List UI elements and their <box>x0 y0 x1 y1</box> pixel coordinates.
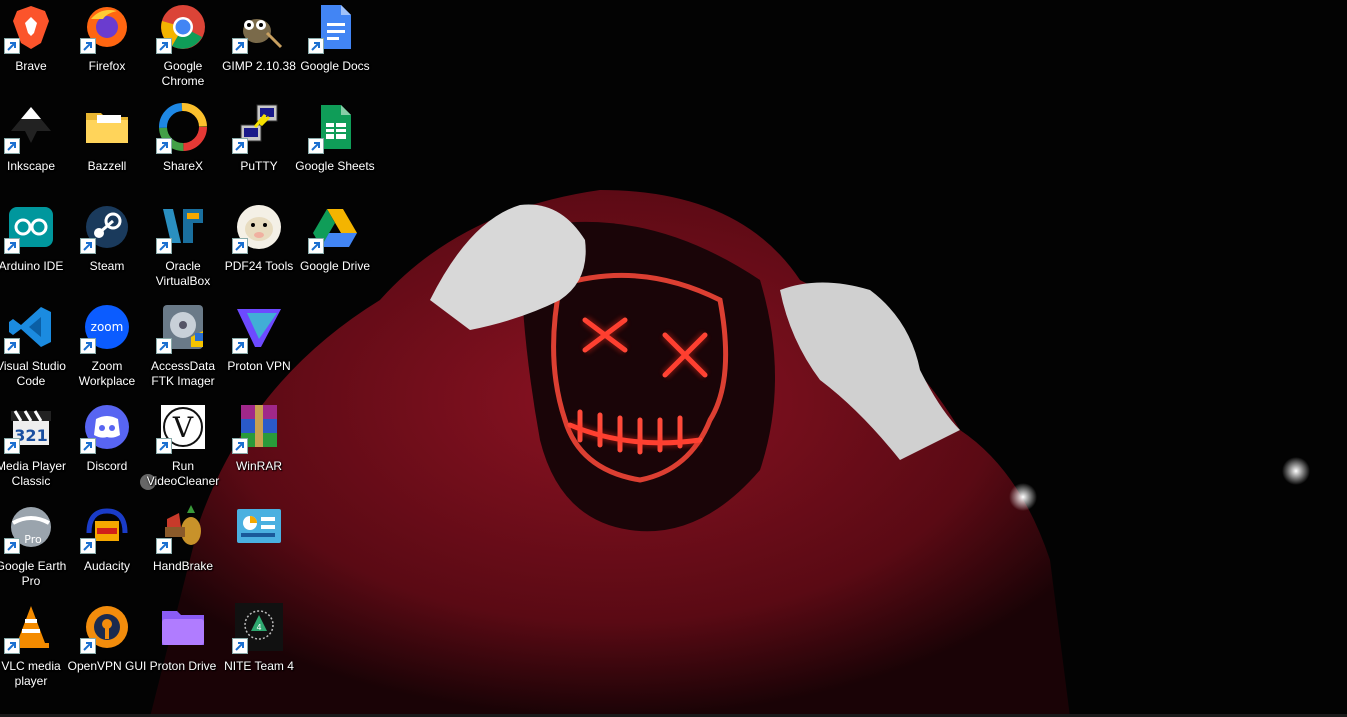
icon-label: Audacity <box>83 559 131 573</box>
icon-label: Brave <box>15 59 47 73</box>
desktop-icon-proton-vpn[interactable]: Proton VPN <box>221 300 297 396</box>
shortcut-arrow-icon <box>80 338 96 354</box>
icon-label: Google Chrome <box>161 59 205 88</box>
icon-label: PDF24 Tools <box>224 259 294 273</box>
icon-label: HandBrake <box>152 559 214 573</box>
icon-label: Proton VPN <box>227 359 291 373</box>
icon-label: Google Drive <box>299 259 371 273</box>
desktop-icon-brave[interactable]: Brave <box>0 0 69 96</box>
icon-label: Steam <box>89 259 125 273</box>
shortcut-arrow-icon <box>156 338 172 354</box>
icon-label: Google Sheets <box>295 159 375 173</box>
desktop-icon-inkscape[interactable]: Inkscape <box>0 100 69 196</box>
proton-drive-folder-icon <box>162 611 204 645</box>
desktop-icon-winrar[interactable]: WinRAR <box>221 400 297 496</box>
desktop-icon-arduino-ide[interactable]: Arduino IDE <box>0 200 69 296</box>
icon-label: Firefox <box>88 59 126 73</box>
desktop-icon-sharex[interactable]: ShareX <box>145 100 221 196</box>
desktop-icon-putty[interactable]: PuTTY <box>221 100 297 196</box>
shortcut-arrow-icon <box>4 138 20 154</box>
svg-text:Pro: Pro <box>24 533 42 546</box>
desktop-icon-media-player-classic[interactable]: 321 Media Player Classic <box>0 400 69 496</box>
desktop-icon-steam[interactable]: Steam <box>69 200 145 296</box>
shortcut-arrow-icon <box>232 138 248 154</box>
desktop-icon-vlc-media-player[interactable]: VLC media player <box>0 600 69 696</box>
shortcut-arrow-icon <box>4 438 20 454</box>
control-panel-icon <box>237 509 281 543</box>
shortcut-arrow-icon <box>232 638 248 654</box>
shortcut-arrow-icon <box>232 238 248 254</box>
svg-text:4: 4 <box>256 623 261 632</box>
shortcut-arrow-icon <box>4 638 20 654</box>
shortcut-arrow-icon <box>4 338 20 354</box>
shortcut-arrow-icon <box>80 538 96 554</box>
icon-label: Run VideoCleaner <box>146 459 220 488</box>
desktop-icon-google-earth-pro[interactable]: Pro Google Earth Pro <box>0 500 69 596</box>
desktop-icon-discord[interactable]: Discord <box>69 400 145 496</box>
shortcut-arrow-icon <box>4 238 20 254</box>
shortcut-arrow-icon <box>308 138 324 154</box>
icon-label: WinRAR <box>235 459 282 473</box>
icon-label: OpenVPN GUI <box>67 659 147 673</box>
desktop-icon-bazzell[interactable]: Bazzell <box>69 100 145 196</box>
desktop-icon-visual-studio-code[interactable]: Visual Studio Code <box>0 300 69 396</box>
shortcut-arrow-icon <box>156 138 172 154</box>
desktop-icon-gimp[interactable]: GIMP 2.10.38 <box>221 0 297 96</box>
shortcut-arrow-icon <box>156 238 172 254</box>
icon-label: ShareX <box>162 159 204 173</box>
svg-text:V: V <box>172 411 194 444</box>
icon-label: AccessData FTK Imager <box>150 359 216 388</box>
desktop-icon-zoom-workplace[interactable]: zoom Zoom Workplace <box>69 300 145 396</box>
icon-label: GIMP 2.10.38 <box>222 59 296 73</box>
desktop-icon-audacity[interactable]: Audacity <box>69 500 145 596</box>
shortcut-arrow-icon <box>156 38 172 54</box>
desktop-icon-oracle-virtualbox[interactable]: Oracle VirtualBox <box>145 200 221 296</box>
icon-label: PuTTY <box>240 159 278 173</box>
shortcut-arrow-icon <box>156 538 172 554</box>
icon-label: Oracle VirtualBox <box>155 259 211 288</box>
icon-label: VLC media player <box>1 659 61 688</box>
shortcut-arrow-icon <box>4 38 20 54</box>
desktop-icon-google-docs[interactable]: Google Docs <box>297 0 373 96</box>
icon-label: Arduino IDE <box>0 259 64 273</box>
desktop-icon-openvpn-gui[interactable]: OpenVPN GUI <box>67 600 147 696</box>
icon-label: Zoom Workplace <box>78 359 136 388</box>
desktop-icon-nite-team-4[interactable]: 4 NITE Team 4 <box>221 600 297 696</box>
shortcut-arrow-icon <box>4 538 20 554</box>
desktop-icon-firefox[interactable]: Firefox <box>69 0 145 96</box>
icon-label: Discord <box>86 459 128 473</box>
shortcut-arrow-icon <box>80 238 96 254</box>
shortcut-arrow-icon <box>308 238 324 254</box>
shortcut-arrow-icon <box>232 338 248 354</box>
desktop-icon-google-chrome[interactable]: Google Chrome <box>145 0 221 96</box>
desktop-icon-handbrake[interactable]: HandBrake <box>145 500 221 596</box>
shortcut-arrow-icon <box>80 38 96 54</box>
icon-label: Visual Studio Code <box>0 359 66 388</box>
folder-icon <box>86 113 128 143</box>
desktop-icon-proton-drive[interactable]: Proton Drive <box>145 600 221 696</box>
desktop-icon-run-videocleaner[interactable]: V Run VideoCleaner <box>145 400 221 496</box>
desktop-icon-pdf24-tools[interactable]: PDF24 Tools <box>221 200 297 296</box>
desktop-icon-accessdata-ftk-imager[interactable]: AccessData FTK Imager <box>145 300 221 396</box>
svg-text:zoom: zoom <box>91 320 124 334</box>
desktop-icon-google-sheets[interactable]: Google Sheets <box>295 100 375 196</box>
shortcut-arrow-icon <box>80 638 96 654</box>
icon-label: Media Player Classic <box>0 459 67 488</box>
shortcut-arrow-icon <box>156 438 172 454</box>
shortcut-arrow-icon <box>232 38 248 54</box>
desktop-icon-control-panel[interactable] <box>221 500 297 596</box>
icon-label: Bazzell <box>87 159 127 173</box>
icon-label: NITE Team 4 <box>224 659 294 673</box>
shortcut-arrow-icon <box>80 438 96 454</box>
icon-label: Google Earth Pro <box>0 559 67 588</box>
icon-label: Inkscape <box>6 159 56 173</box>
shortcut-arrow-icon <box>232 438 248 454</box>
shortcut-arrow-icon <box>308 38 324 54</box>
icon-label: Proton Drive <box>149 659 217 673</box>
icon-label: Google Docs <box>300 59 370 73</box>
desktop-icon-google-drive[interactable]: Google Drive <box>297 200 373 296</box>
